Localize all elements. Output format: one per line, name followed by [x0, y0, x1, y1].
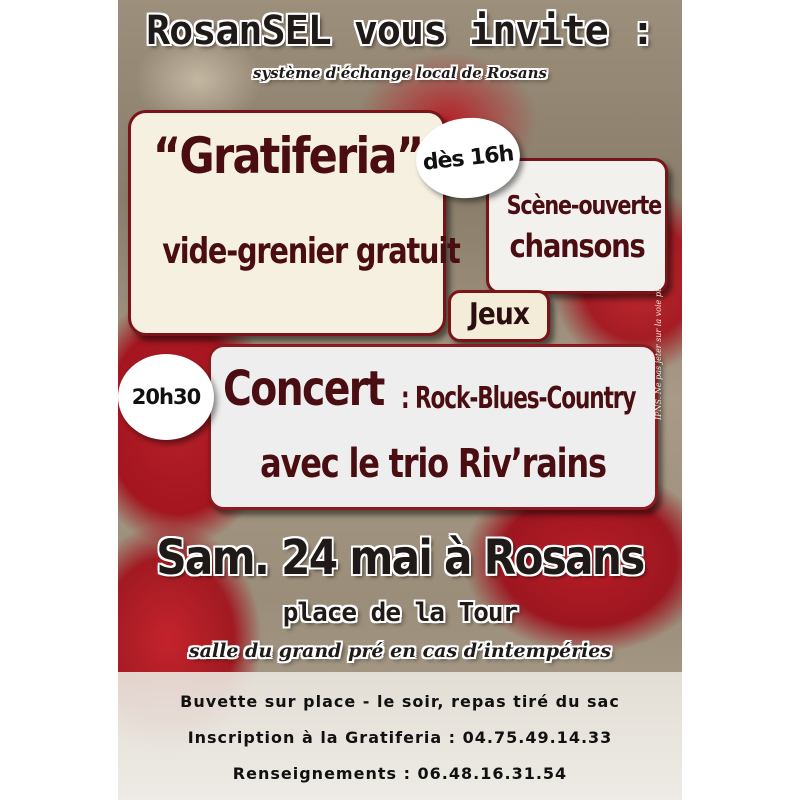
event-poster: RosanSEL vous invite : système d'échange… — [118, 0, 682, 800]
info-renseignements: Renseignements : 06.48.16.31.54 — [232, 764, 568, 783]
scene-ouverte-box: Scène-ouverte chansons — [486, 158, 668, 294]
event-fallback-location: salle du grand pré en cas d’intempéries — [188, 640, 612, 662]
event-place: place de la Tour — [282, 598, 518, 628]
gratiferia-name: “Gratiferia” — [152, 127, 424, 185]
concert-time-badge: 20h30 — [118, 354, 214, 440]
info-buvette: Buvette sur place - le soir, repas tiré … — [180, 692, 620, 711]
concert-heading: Concert — [223, 361, 385, 417]
jeux-box: Jeux — [448, 290, 550, 342]
scene-ouverte-label: Scène-ouverte — [506, 191, 663, 221]
info-panel: Buvette sur place - le soir, repas tiré … — [118, 672, 682, 800]
chansons-label: chansons — [509, 227, 645, 265]
concert-box: Concert : Rock-Blues-Country avec le tri… — [208, 344, 658, 510]
poster-title: RosanSEL vous invite : — [146, 8, 655, 54]
legal-side-note: IPNS. Ne pas jeter sur la voie publique. — [654, 259, 663, 420]
gratiferia-description: vide-grenier gratuit — [162, 231, 461, 272]
jeux-label: Jeux — [468, 297, 530, 332]
event-date-text: Sam. 24 mai à Rosans — [156, 530, 645, 586]
poster-subtitle: système d'échange local de Rosans — [253, 64, 547, 82]
event-date: Sam. 24 mai à Rosans — [118, 530, 682, 586]
concert-trio: avec le trio Riv’rains — [260, 441, 607, 487]
info-inscription: Inscription à la Gratiferia : 04.75.49.1… — [187, 728, 613, 747]
concert-genres: : Rock-Blues-Country — [401, 381, 636, 416]
gratiferia-box: “Gratiferia” vide-grenier gratuit — [128, 110, 461, 336]
